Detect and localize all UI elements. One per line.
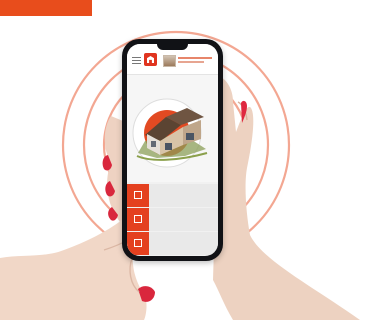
menu-row[interactable]	[127, 184, 218, 207]
menu-row[interactable]	[127, 208, 218, 231]
row-tile	[127, 208, 149, 231]
house-hero	[127, 75, 218, 182]
header-thumbnail	[163, 55, 176, 67]
square-icon	[134, 215, 142, 223]
phone-notch	[157, 44, 188, 50]
header-subtitle-line	[178, 61, 204, 63]
house-illustration	[132, 98, 208, 168]
hamburger-icon[interactable]	[132, 57, 141, 64]
right-hand	[213, 77, 360, 320]
menu-row[interactable]	[127, 232, 218, 255]
phone-screen	[127, 44, 218, 256]
smartphone	[122, 39, 223, 261]
photo-stage	[0, 0, 371, 320]
square-icon	[134, 191, 142, 199]
house-logo-icon	[144, 53, 157, 66]
header-title-line	[178, 57, 212, 59]
square-icon	[134, 239, 142, 247]
menu-list	[127, 184, 218, 256]
row-tile	[127, 184, 149, 207]
row-tile	[127, 232, 149, 255]
